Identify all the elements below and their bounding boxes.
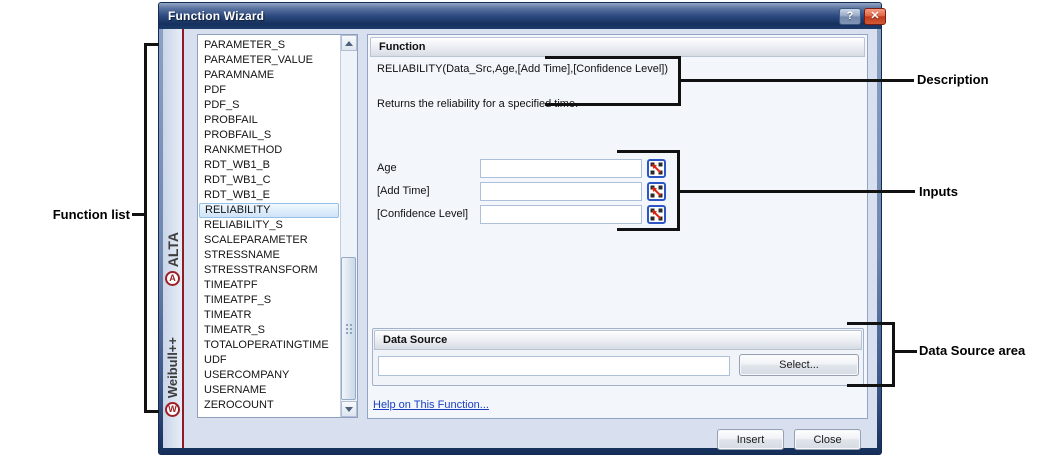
scroll-down-button[interactable] <box>341 401 357 417</box>
callout-line <box>677 190 915 193</box>
list-item[interactable]: STRESSTRANSFORM <box>199 263 339 278</box>
alta-logo-icon: A <box>165 271 180 286</box>
input-row-add-time: [Add Time] <box>377 181 666 201</box>
callout-line <box>678 79 914 82</box>
weibull-logo-icon: W <box>165 402 180 417</box>
list-item[interactable]: RDT_WB1_E <box>199 188 339 203</box>
close-button[interactable]: Close <box>794 429 861 450</box>
titlebar[interactable]: Function Wizard ? ✕ <box>159 3 881 29</box>
help-link[interactable]: Help on This Function... <box>373 399 489 411</box>
callout-line <box>617 228 680 231</box>
add-time-cell-reference-button[interactable] <box>647 182 666 201</box>
age-cell-reference-button[interactable] <box>647 159 666 178</box>
callout-line <box>545 103 681 106</box>
annotation-data-source: Data Source area <box>919 343 1025 358</box>
arrow-up-icon <box>345 41 353 46</box>
list-item[interactable]: TIMEATR_S <box>199 323 339 338</box>
add-time-label: [Add Time] <box>377 185 480 197</box>
callout-line <box>847 322 895 325</box>
list-item[interactable]: USERCOMPANY <box>199 368 339 383</box>
window-title: Function Wizard <box>159 9 264 23</box>
callout-line <box>892 350 917 353</box>
list-item[interactable]: TIMEATPF_S <box>199 293 339 308</box>
input-row-confidence-level: [Confidence Level] <box>377 204 666 224</box>
callout-line <box>617 150 680 153</box>
callout-line <box>545 56 681 59</box>
list-item[interactable]: PARAMETER_S <box>199 38 339 53</box>
list-item[interactable]: USERNAME <box>199 383 339 398</box>
cell-reference-icon <box>647 182 666 201</box>
annotation-description: Description <box>917 72 989 87</box>
function-panel: Function RELIABILITY(Data_Src,Age,[Add T… <box>367 34 868 419</box>
cell-reference-icon <box>647 205 666 224</box>
list-item[interactable]: RDT_WB1_C <box>199 173 339 188</box>
screenshot-canvas: Function Wizard ? ✕ ALTA A Weibull++ W P… <box>0 0 1037 460</box>
confidence-level-input[interactable] <box>480 205 642 224</box>
function-wizard-dialog: Function Wizard ? ✕ ALTA A Weibull++ W P… <box>158 2 882 455</box>
list-item[interactable]: RDT_WB1_B <box>199 158 339 173</box>
list-item[interactable]: SCALEPARAMETER <box>199 233 339 248</box>
close-icon: ✕ <box>870 10 879 22</box>
tab-weibull-label: Weibull++ <box>165 337 180 398</box>
annotation-function-list: Function list <box>36 207 130 222</box>
scrollbar-thumb[interactable] <box>341 257 356 400</box>
function-list: PARAMETER_S PARAMETER_VALUE PARAMNAME PD… <box>197 34 358 418</box>
list-item[interactable]: PROBFAIL_S <box>199 128 339 143</box>
dialog-client-area: ALTA A Weibull++ W PARAMETER_S PARAMETER… <box>163 29 877 448</box>
data-source-input[interactable] <box>378 356 730 376</box>
tab-weibull[interactable]: Weibull++ W <box>163 337 182 417</box>
callout-line <box>144 43 159 46</box>
list-item[interactable]: PDF_S <box>199 98 339 113</box>
list-item[interactable]: PARAMETER_VALUE <box>199 53 339 68</box>
confidence-level-cell-reference-button[interactable] <box>647 205 666 224</box>
list-item[interactable]: RELIABILITY_S <box>199 218 339 233</box>
application-tabstrip: ALTA A Weibull++ W <box>163 29 184 448</box>
list-item[interactable]: PARAMNAME <box>199 68 339 83</box>
insert-button[interactable]: Insert <box>717 429 784 450</box>
tab-alta-label: ALTA <box>165 232 181 267</box>
age-label: Age <box>377 162 480 174</box>
select-button[interactable]: Select... <box>739 354 859 376</box>
age-input[interactable] <box>480 159 642 178</box>
scroll-up-button[interactable] <box>341 35 357 51</box>
list-item[interactable]: UDF <box>199 353 339 368</box>
input-row-age: Age <box>377 158 666 178</box>
data-source-header: Data Source <box>374 330 862 350</box>
list-item[interactable]: ZEROCOUNT <box>199 398 339 413</box>
function-list-items: PARAMETER_S PARAMETER_VALUE PARAMNAME PD… <box>199 38 339 413</box>
function-signature: RELIABILITY(Data_Src,Age,[Add Time],[Con… <box>377 63 668 75</box>
question-mark-icon: ? <box>847 10 854 22</box>
confidence-level-label: [Confidence Level] <box>377 208 480 220</box>
list-item[interactable]: TIMEATPF <box>199 278 339 293</box>
titlebar-close-button[interactable]: ✕ <box>864 8 886 25</box>
callout-line <box>847 384 895 387</box>
list-item-selected[interactable]: RELIABILITY <box>199 203 339 218</box>
list-item[interactable]: PROBFAIL <box>199 113 339 128</box>
tab-alta[interactable]: ALTA A <box>163 232 182 286</box>
callout-line <box>144 410 159 413</box>
scrollbar[interactable] <box>340 35 357 417</box>
list-item[interactable]: TOTALOPERATINGTIME <box>199 338 339 353</box>
arrow-down-icon <box>345 407 353 412</box>
annotation-inputs: Inputs <box>919 184 958 199</box>
add-time-input[interactable] <box>480 182 642 201</box>
titlebar-help-button[interactable]: ? <box>839 8 861 25</box>
callout-line <box>892 322 895 387</box>
list-item[interactable]: PDF <box>199 83 339 98</box>
cell-reference-icon <box>647 159 666 178</box>
data-source-group: Data Source Select... <box>372 328 864 386</box>
function-panel-header: Function <box>370 37 865 57</box>
callout-line <box>144 43 147 413</box>
list-item[interactable]: RANKMETHOD <box>199 143 339 158</box>
list-item[interactable]: TIMEATR <box>199 308 339 323</box>
list-item[interactable]: STRESSNAME <box>199 248 339 263</box>
